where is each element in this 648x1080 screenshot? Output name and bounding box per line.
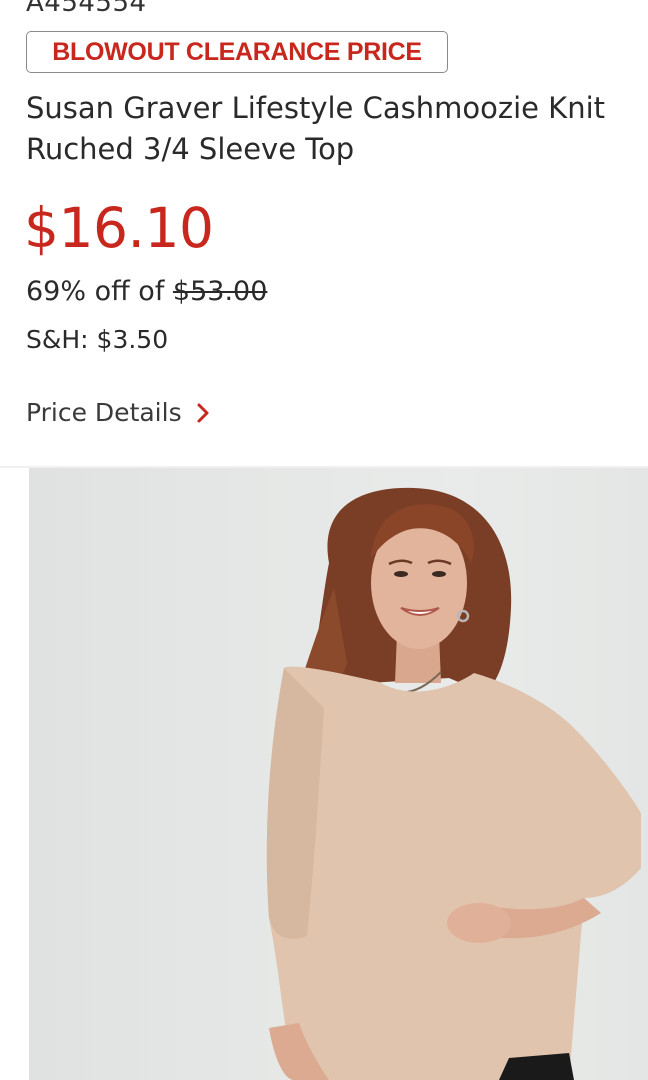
price-details-link[interactable]: Price Details bbox=[26, 398, 212, 427]
shipping-cost: S&H: $3.50 bbox=[26, 325, 169, 354]
product-image[interactable] bbox=[29, 468, 648, 1080]
sale-price: $16.10 bbox=[24, 196, 214, 260]
discount-row: 69% off of $53.00 bbox=[26, 276, 267, 307]
clearance-badge: BLOWOUT CLEARANCE PRICE bbox=[26, 31, 448, 73]
discount-text: 69% off of bbox=[26, 276, 165, 307]
price-details-label: Price Details bbox=[26, 398, 182, 427]
chevron-right-icon bbox=[197, 403, 209, 422]
product-title: Susan Graver Lifestyle Cashmoozie Knit R… bbox=[26, 91, 606, 166]
item-number: A454554 bbox=[26, 0, 147, 18]
model-photo bbox=[266, 487, 641, 1080]
original-price: $53.00 bbox=[172, 276, 268, 307]
